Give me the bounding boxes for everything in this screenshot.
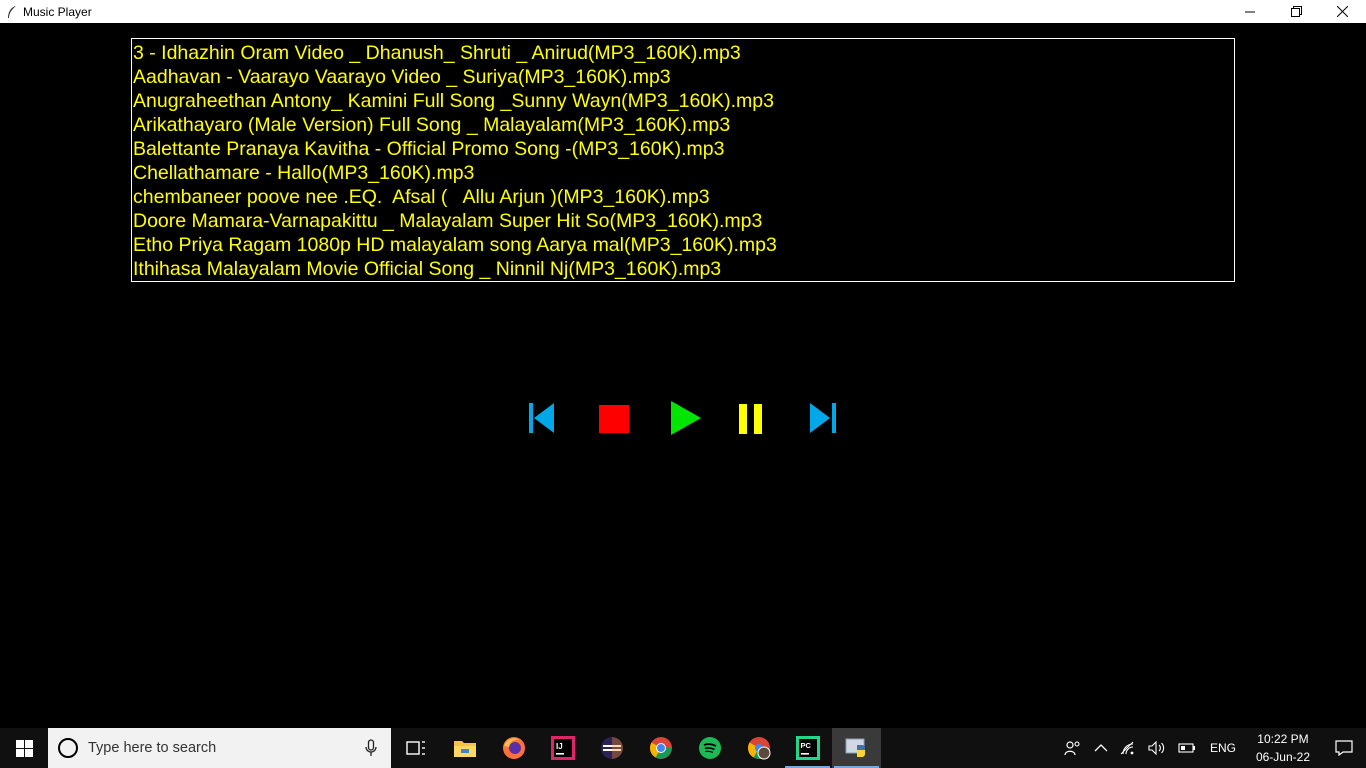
microphone-icon[interactable] [365,739,377,757]
playlist-item[interactable]: chembaneer poove nee .EQ. Afsal ( Allu A… [132,185,1234,209]
task-view-button[interactable] [391,728,440,768]
eclipse-icon [600,737,623,759]
spotify-icon [698,737,721,759]
chrome-profile-icon [747,737,770,760]
window-title: Music Player [23,4,92,19]
skip-previous-icon [529,403,554,433]
action-center-button[interactable] [1322,728,1366,768]
playlist-item[interactable]: Chellathamare - Hallo(MP3_160K).mp3 [132,161,1234,185]
playlist-item[interactable]: Anugraheethan Antony_ Kamini Full Song _… [132,89,1234,113]
notification-icon [1335,740,1353,756]
python-window-icon [845,738,865,757]
input-language[interactable]: ENG [1202,741,1244,755]
wifi-icon [1120,741,1134,755]
svg-text:PC: PC [800,741,811,750]
playlist-item[interactable]: Ithihasa Malayalam Movie Official Song _… [132,257,1234,281]
taskbar-chrome-profile[interactable] [734,728,783,768]
playlist-item[interactable]: Aadhavan - Vaarayo Vaarayo Video _ Suriy… [132,65,1234,89]
firefox-icon [502,737,525,759]
search-placeholder: Type here to search [88,740,217,756]
taskbar-search-box[interactable]: Type here to search [48,728,391,768]
feather-icon [8,5,16,18]
chrome-icon [649,737,672,759]
show-hidden-icons-button[interactable] [1088,728,1114,768]
taskbar-python[interactable] [832,728,881,768]
taskbar: Type here to search IJ PC ENG 10:22 PM 0… [0,728,1366,768]
taskbar-eclipse[interactable] [587,728,636,768]
battery-icon [1178,743,1195,753]
pause-button[interactable] [736,400,766,436]
play-icon [671,401,701,435]
windows-logo-icon [15,739,33,757]
restore-button[interactable] [1273,0,1319,23]
previous-button[interactable] [524,400,558,436]
skip-next-icon [810,403,836,433]
close-button[interactable] [1319,0,1365,23]
clock-date: 06-Jun-22 [1255,750,1310,764]
task-view-icon [405,741,425,755]
pycharm-icon: PC [795,736,820,760]
system-tray: ENG 10:22 PM 06-Jun-22 [1058,728,1366,768]
playlist-item[interactable]: Doore Mamara-Varnapakittu _ Malayalam Su… [132,209,1234,233]
playlist-box[interactable]: 3 - Idhazhin Oram Video _ Dhanush_ Shrut… [131,38,1235,282]
play-button[interactable] [667,400,703,436]
taskbar-file-explorer[interactable] [440,728,489,768]
stop-icon [599,405,629,433]
taskbar-spotify[interactable] [685,728,734,768]
close-icon [1336,6,1348,17]
next-button[interactable] [806,400,840,436]
chevron-up-icon [1094,744,1108,752]
restore-icon [1290,6,1302,17]
clock-time: 10:22 PM [1257,732,1309,746]
battery-button[interactable] [1172,728,1202,768]
folder-icon [453,741,476,757]
stop-button[interactable] [597,400,631,436]
pause-icon [739,404,762,434]
intellij-icon: IJ [550,736,575,760]
playlist-item[interactable]: Etho Priya Ragam 1080p HD malayalam song… [132,233,1234,257]
start-button[interactable] [0,728,48,768]
taskbar-clock[interactable]: 10:22 PM 06-Jun-22 [1244,730,1322,766]
playlist-item[interactable]: Balettante Pranaya Kavitha - Official Pr… [132,137,1234,161]
speaker-icon [1148,741,1165,755]
taskbar-pycharm[interactable]: PC [783,728,832,768]
people-button[interactable] [1058,728,1088,768]
taskbar-firefox[interactable] [489,728,538,768]
taskbar-intellij[interactable]: IJ [538,728,587,768]
network-button[interactable] [1114,728,1142,768]
cortana-icon [58,738,78,758]
minimize-button[interactable] [1227,0,1273,23]
volume-button[interactable] [1142,728,1172,768]
people-icon [1064,741,1080,756]
svg-text:IJ: IJ [556,742,563,751]
minimize-icon [1245,11,1255,12]
playlist-item[interactable]: Arikathayaro (Male Version) Full Song _ … [132,113,1234,137]
window-title-bar: Music Player [0,0,1366,23]
taskbar-chrome[interactable] [636,728,685,768]
playlist-item[interactable]: 3 - Idhazhin Oram Video _ Dhanush_ Shrut… [132,41,1234,65]
